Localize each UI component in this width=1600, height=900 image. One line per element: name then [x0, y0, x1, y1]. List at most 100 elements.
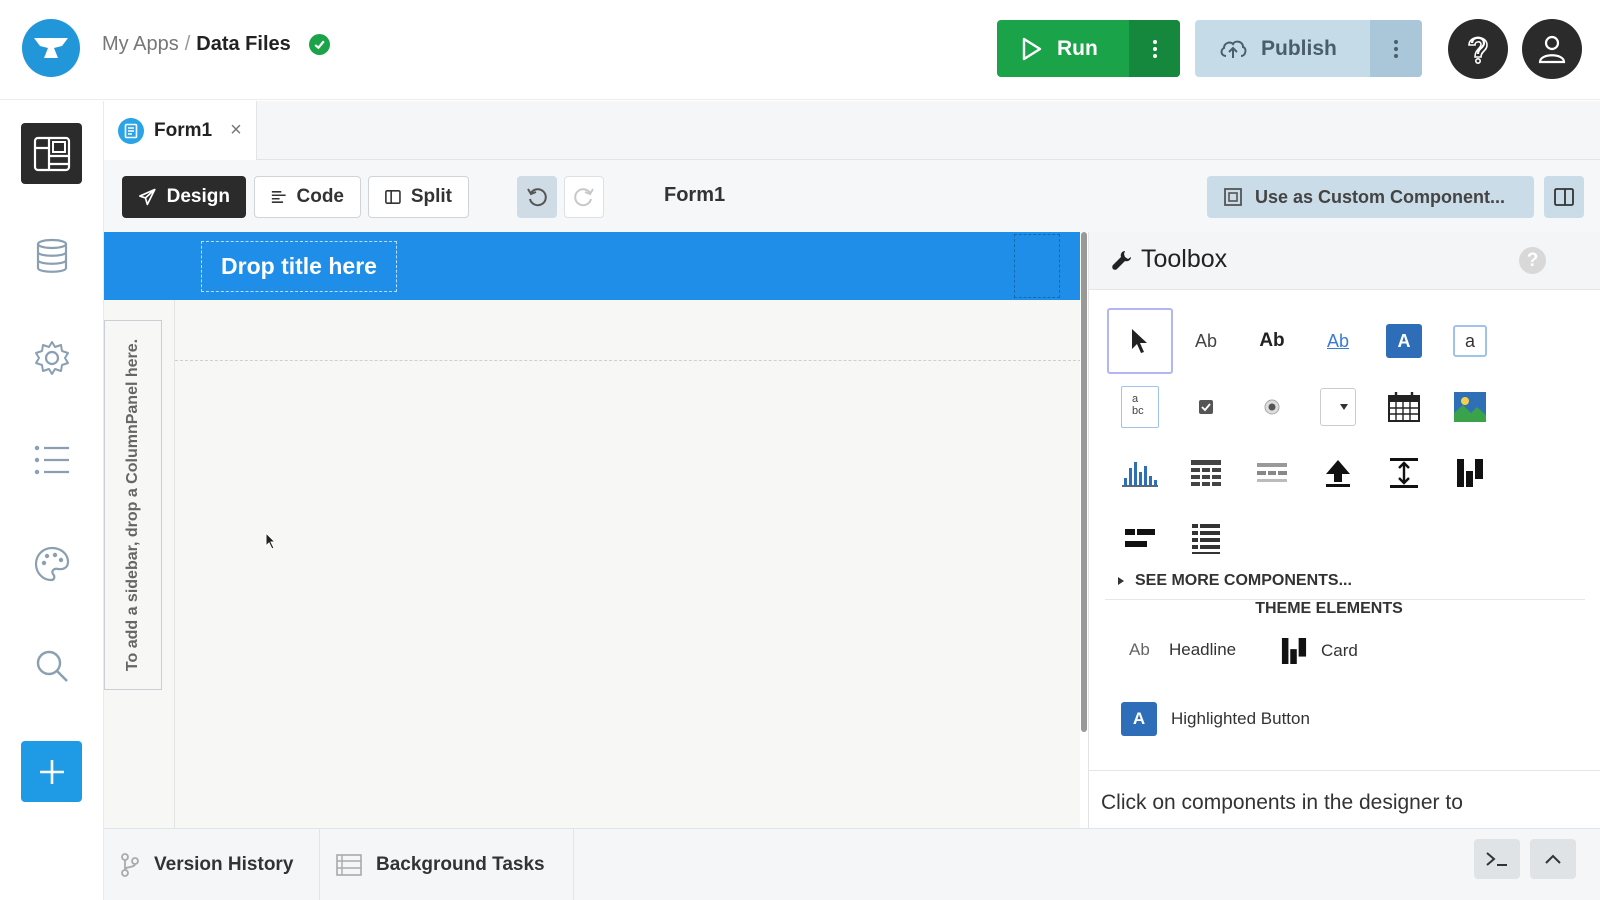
redo-button[interactable]: [564, 176, 604, 218]
version-history-label: Version History: [154, 854, 294, 875]
canvas-scrollbar[interactable]: [1081, 232, 1087, 732]
split-label: Split: [410, 186, 452, 207]
rail-search[interactable]: [21, 635, 82, 696]
rail-add-button[interactable]: [21, 741, 82, 802]
tool-data-grid[interactable]: [1173, 440, 1239, 506]
left-rail: [0, 101, 104, 900]
tool-pointer[interactable]: [1107, 308, 1173, 374]
breadcrumb-app-name[interactable]: Data Files: [196, 33, 290, 56]
plus-icon: [39, 759, 64, 784]
tool-textbox[interactable]: a: [1437, 308, 1503, 374]
chevron-down-icon: [1340, 404, 1348, 410]
data-grid-icon: [1191, 460, 1221, 486]
help-icon: [1468, 36, 1488, 64]
version-history-tab[interactable]: Version History: [104, 829, 320, 900]
breadcrumb-separator: /: [184, 33, 191, 55]
toggle-panel-button[interactable]: [1544, 176, 1584, 218]
search-icon: [36, 650, 68, 682]
code-lines-icon: [271, 191, 286, 203]
theme-item-card[interactable]: Card: [1281, 638, 1358, 664]
help-button[interactable]: [1448, 19, 1508, 79]
theme-item-label: Highlighted Button: [1171, 709, 1310, 728]
terminal-button[interactable]: [1474, 839, 1520, 879]
chevron-up-icon: [1545, 854, 1561, 864]
close-icon[interactable]: ×: [230, 119, 242, 142]
calendar-icon: [1388, 392, 1420, 422]
publish-options-button[interactable]: [1370, 20, 1422, 77]
tab-form1[interactable]: Form1 ×: [104, 101, 257, 160]
tool-image[interactable]: [1437, 374, 1503, 440]
bar-chart-icon: [1122, 462, 1158, 487]
tool-radio-button[interactable]: [1239, 374, 1305, 440]
tool-label[interactable]: Ab: [1173, 308, 1239, 374]
undo-button[interactable]: [517, 176, 557, 218]
caret-right-icon: [1118, 577, 1124, 585]
theme-item-headline[interactable]: Ab Headline: [1129, 640, 1236, 660]
custom-component-icon: [1224, 188, 1242, 206]
rail-list[interactable]: [21, 429, 82, 490]
tool-date-picker[interactable]: [1371, 374, 1437, 440]
linear-panel-icon: [1192, 524, 1220, 554]
breadcrumb-my-apps[interactable]: My Apps: [102, 33, 179, 56]
sidebar-drop-zone[interactable]: To add a sidebar, drop a ColumnPanel her…: [104, 320, 162, 690]
rail-settings[interactable]: [21, 327, 82, 388]
link-glyph: Ab: [1326, 330, 1350, 351]
publish-button[interactable]: Publish: [1195, 20, 1370, 77]
list-icon: [34, 445, 69, 474]
button-glyph: A: [1386, 324, 1422, 358]
send-icon: [139, 188, 156, 206]
content-panel[interactable]: [174, 300, 1080, 828]
toolbox-title: Toolbox: [1141, 245, 1228, 273]
expand-panel-button[interactable]: [1530, 839, 1576, 879]
tool-dropdown[interactable]: [1305, 374, 1371, 440]
tool-rich-text[interactable]: Ab: [1239, 308, 1305, 374]
rail-app-browser[interactable]: [21, 123, 82, 184]
flow-panel-icon: [1125, 529, 1155, 547]
anvil-icon: [34, 38, 68, 58]
code-mode-button[interactable]: Code: [254, 176, 361, 218]
tool-textarea[interactable]: a bc: [1107, 374, 1173, 440]
tool-file-loader[interactable]: [1305, 440, 1371, 506]
run-options-button[interactable]: [1129, 20, 1180, 77]
background-tasks-tab[interactable]: Background Tasks: [320, 829, 574, 900]
rich-text-glyph: Ab: [1259, 330, 1285, 351]
app-browser-icon: [33, 136, 70, 171]
textbox-glyph: a: [1453, 325, 1487, 357]
split-mode-button[interactable]: Split: [368, 176, 469, 218]
title-drop-zone[interactable]: Drop title here: [201, 241, 397, 292]
more-vertical-icon: [1394, 39, 1398, 58]
user-icon: [1538, 35, 1566, 64]
mouse-cursor-icon: [265, 532, 277, 550]
use-as-custom-component-button[interactable]: Use as Custom Component...: [1207, 176, 1534, 218]
navbar-links-drop-zone[interactable]: [1014, 234, 1060, 298]
design-canvas[interactable]: Drop title here To add a sidebar, drop a…: [104, 232, 1080, 828]
tool-spacer[interactable]: [1371, 440, 1437, 506]
tool-linear-panel[interactable]: [1173, 506, 1239, 572]
rail-data-tables[interactable]: [21, 225, 82, 286]
anvil-logo[interactable]: [22, 19, 80, 77]
card-icon: [1281, 638, 1307, 664]
saved-check-icon: [308, 34, 330, 55]
account-button[interactable]: [1522, 19, 1582, 79]
tool-link[interactable]: Ab: [1305, 308, 1371, 374]
form-title-bar: Drop title here: [104, 232, 1080, 300]
tool-repeating-panel[interactable]: [1239, 440, 1305, 506]
sidebar-hint: To add a sidebar, drop a ColumnPanel her…: [124, 338, 141, 672]
highlighted-button-glyph: A: [1121, 702, 1157, 736]
tool-checkbox[interactable]: [1173, 374, 1239, 440]
tool-plot[interactable]: [1107, 440, 1173, 506]
tool-button[interactable]: A: [1371, 308, 1437, 374]
toolbox-help-icon[interactable]: ?: [1519, 247, 1546, 274]
tool-column-panel[interactable]: [1437, 440, 1503, 506]
run-button[interactable]: Run: [997, 20, 1129, 77]
form-name: Form1: [664, 184, 726, 206]
checkbox-icon: [1199, 400, 1213, 414]
theme-item-highlighted-button[interactable]: A Highlighted Button: [1121, 702, 1310, 736]
upload-icon: [1326, 460, 1350, 487]
see-more-components-toggle[interactable]: SEE MORE COMPONENTS...: [1117, 572, 1352, 590]
design-mode-button[interactable]: Design: [122, 176, 246, 218]
tool-flow-panel[interactable]: [1107, 506, 1173, 572]
background-tasks-label: Background Tasks: [376, 854, 545, 875]
tab-label: Form1: [154, 119, 213, 141]
rail-theme[interactable]: [21, 533, 82, 594]
